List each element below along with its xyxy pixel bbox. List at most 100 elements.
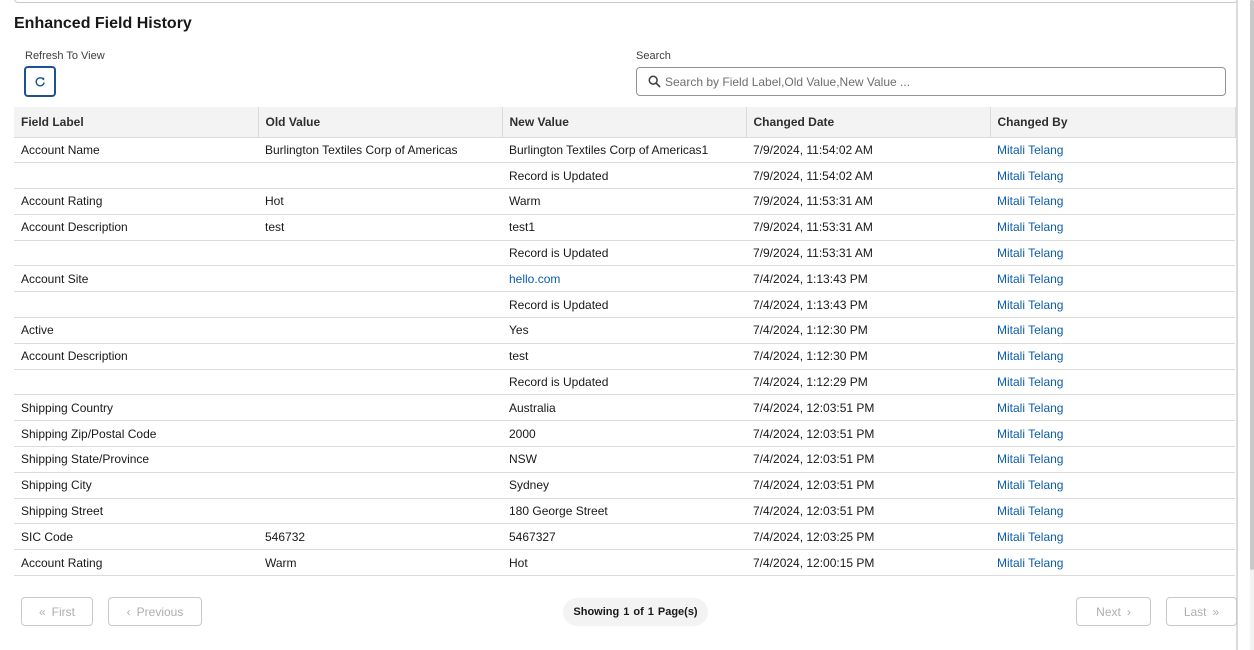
cell-changed-by[interactable]: Mitali Telang xyxy=(990,420,1235,448)
cell-field-label: Account Name xyxy=(14,137,258,164)
page-title: Enhanced Field History xyxy=(14,15,192,32)
table-body: Account Name Burlington Textiles Corp of … xyxy=(14,137,1235,577)
cell-old-value xyxy=(258,240,502,267)
cell-old-value: 546732 xyxy=(258,523,502,551)
table-row: Shipping Street 180 George Street 7/4/2024… xyxy=(14,498,1235,525)
cell-changed-by[interactable]: Mitali Telang xyxy=(990,265,1235,293)
cell-changed-by[interactable]: Mitali Telang xyxy=(990,472,1235,499)
cell-changed-date: 7/4/2024, 1:12:30 PM xyxy=(746,317,990,344)
cell-new-value: Record is Updated xyxy=(502,369,746,396)
cell-changed-date: 7/4/2024, 12:03:51 PM xyxy=(746,446,990,473)
column-header-field-label[interactable]: Field Label xyxy=(14,107,259,138)
panel-right-edge xyxy=(1236,0,1238,650)
cell-new-value: Hot xyxy=(502,549,746,577)
cell-field-label: Shipping State/Province xyxy=(14,446,258,473)
cell-new-value: 5467327 xyxy=(502,523,746,551)
table-row: Record is Updated 7/9/2024, 11:53:31 AM Mi… xyxy=(14,240,1235,267)
cell-changed-by[interactable]: Mitali Telang xyxy=(990,369,1235,396)
cell-new-value: Sydney xyxy=(502,472,746,499)
table-row: Record is Updated 7/4/2024, 1:13:43 PM Mit… xyxy=(14,291,1235,319)
cell-changed-by[interactable]: Mitali Telang xyxy=(990,317,1235,344)
cell-new-value: Australia xyxy=(502,394,746,422)
cell-old-value xyxy=(258,394,502,422)
cell-changed-date: 7/4/2024, 12:03:51 PM xyxy=(746,472,990,499)
cell-new-value: Burlington Textiles Corp of Americas1 xyxy=(502,137,746,164)
page-status: Showing 1 of 1 Page(s) xyxy=(563,598,708,626)
cell-old-value xyxy=(258,472,502,499)
cell-changed-by[interactable]: Mitali Telang xyxy=(990,394,1235,422)
cell-field-label xyxy=(14,291,258,319)
column-header-new-value[interactable]: New Value xyxy=(502,107,747,138)
first-page-button[interactable]: « First xyxy=(21,597,93,626)
table-row: Record is Updated 7/4/2024, 1:12:29 PM Mit… xyxy=(14,369,1235,396)
table-header-row: Field Label Old Value New Value Changed … xyxy=(14,107,1236,138)
pages-label: Page(s) xyxy=(657,606,698,618)
cell-changed-date: 7/9/2024, 11:53:31 AM xyxy=(746,214,990,241)
cell-changed-by[interactable]: Mitali Telang xyxy=(990,291,1235,319)
table-row: Account Description test 7/4/2024, 1:12:30… xyxy=(14,343,1235,370)
cell-changed-date: 7/4/2024, 12:00:15 PM xyxy=(746,549,990,577)
cell-changed-by[interactable]: Mitali Telang xyxy=(990,137,1235,164)
refresh-icon xyxy=(35,76,45,87)
cell-changed-date: 7/4/2024, 1:13:43 PM xyxy=(746,291,990,319)
table-row: Account Site hello.com 7/4/2024, 1:13:43 P… xyxy=(14,265,1235,293)
table-row: SIC Code 546732 5467327 7/4/2024, 12:03:25 … xyxy=(14,523,1235,551)
table-row: Account Rating Warm Hot 7/4/2024, 12:00:15 … xyxy=(14,549,1235,577)
total-pages-number: 1 xyxy=(647,606,654,618)
table-row: Shipping Country Australia 7/4/2024, 12:03… xyxy=(14,394,1235,422)
cell-old-value xyxy=(258,498,502,525)
cell-changed-by[interactable]: Mitali Telang xyxy=(990,188,1235,215)
search-field[interactable] xyxy=(636,67,1226,96)
cell-changed-date: 7/9/2024, 11:54:02 AM xyxy=(746,162,990,190)
cell-field-label xyxy=(14,369,258,396)
cell-changed-by[interactable]: Mitali Telang xyxy=(990,446,1235,473)
cell-changed-by[interactable]: Mitali Telang xyxy=(990,343,1235,370)
cell-changed-date: 7/4/2024, 12:03:51 PM xyxy=(746,498,990,525)
cell-old-value xyxy=(258,446,502,473)
cell-new-value[interactable]: hello.com xyxy=(502,265,746,293)
column-header-old-value[interactable]: Old Value xyxy=(258,107,503,138)
cell-changed-date: 7/9/2024, 11:53:31 AM xyxy=(746,188,990,215)
table-row: Active Yes 7/4/2024, 1:12:30 PM Mitali Tela… xyxy=(14,317,1235,344)
next-page-button[interactable]: Next › xyxy=(1076,597,1151,626)
cell-changed-by[interactable]: Mitali Telang xyxy=(990,162,1235,190)
cell-changed-by[interactable]: Mitali Telang xyxy=(990,214,1235,241)
table-row: Shipping State/Province NSW 7/4/2024, 12:0… xyxy=(14,446,1235,473)
table-row: Account Description test test1 7/9/2024, 11… xyxy=(14,214,1235,241)
cell-changed-date: 7/4/2024, 1:12:29 PM xyxy=(746,369,990,396)
cell-old-value xyxy=(258,162,502,190)
cell-field-label xyxy=(14,240,258,267)
scrollbar-thumb[interactable] xyxy=(1250,0,1254,570)
column-header-changed-by[interactable]: Changed By xyxy=(990,107,1236,138)
search-input[interactable] xyxy=(665,72,1215,91)
column-header-changed-date[interactable]: Changed Date xyxy=(746,107,991,138)
cell-changed-by[interactable]: Mitali Telang xyxy=(990,240,1235,267)
refresh-button[interactable] xyxy=(24,66,56,97)
previous-page-label: Previous xyxy=(136,604,184,619)
cell-old-value: Hot xyxy=(258,188,502,215)
chevron-right-icon: › xyxy=(1126,604,1131,619)
cell-old-value xyxy=(258,343,502,370)
cell-changed-by[interactable]: Mitali Telang xyxy=(990,498,1235,525)
cell-field-label: Shipping Street xyxy=(14,498,258,525)
cell-old-value xyxy=(258,369,502,396)
cell-changed-date: 7/4/2024, 12:03:51 PM xyxy=(746,394,990,422)
cell-field-label: Shipping Zip/Postal Code xyxy=(14,420,258,448)
cell-old-value xyxy=(258,317,502,344)
table-row: Record is Updated 7/9/2024, 11:54:02 AM Mi… xyxy=(14,162,1235,190)
cell-changed-date: 7/9/2024, 11:54:02 AM xyxy=(746,137,990,164)
double-chevron-right-icon: » xyxy=(1212,604,1220,619)
cell-changed-date: 7/4/2024, 1:12:30 PM xyxy=(746,343,990,370)
cell-old-value: test xyxy=(258,214,502,241)
last-page-button[interactable]: Last » xyxy=(1166,597,1237,626)
cell-old-value: Burlington Textiles Corp of Americas xyxy=(258,137,502,164)
cell-field-label: Active xyxy=(14,317,258,344)
previous-page-button[interactable]: ‹ Previous xyxy=(108,597,202,626)
double-chevron-left-icon: « xyxy=(38,604,46,619)
table-row: Account Rating Hot Warm 7/9/2024, 11:53:31 … xyxy=(14,188,1235,215)
cell-old-value xyxy=(258,265,502,293)
cell-changed-by[interactable]: Mitali Telang xyxy=(990,549,1235,577)
cell-changed-by[interactable]: Mitali Telang xyxy=(990,523,1235,551)
showing-label: Showing xyxy=(573,606,620,618)
cell-field-label: Shipping City xyxy=(14,472,258,499)
